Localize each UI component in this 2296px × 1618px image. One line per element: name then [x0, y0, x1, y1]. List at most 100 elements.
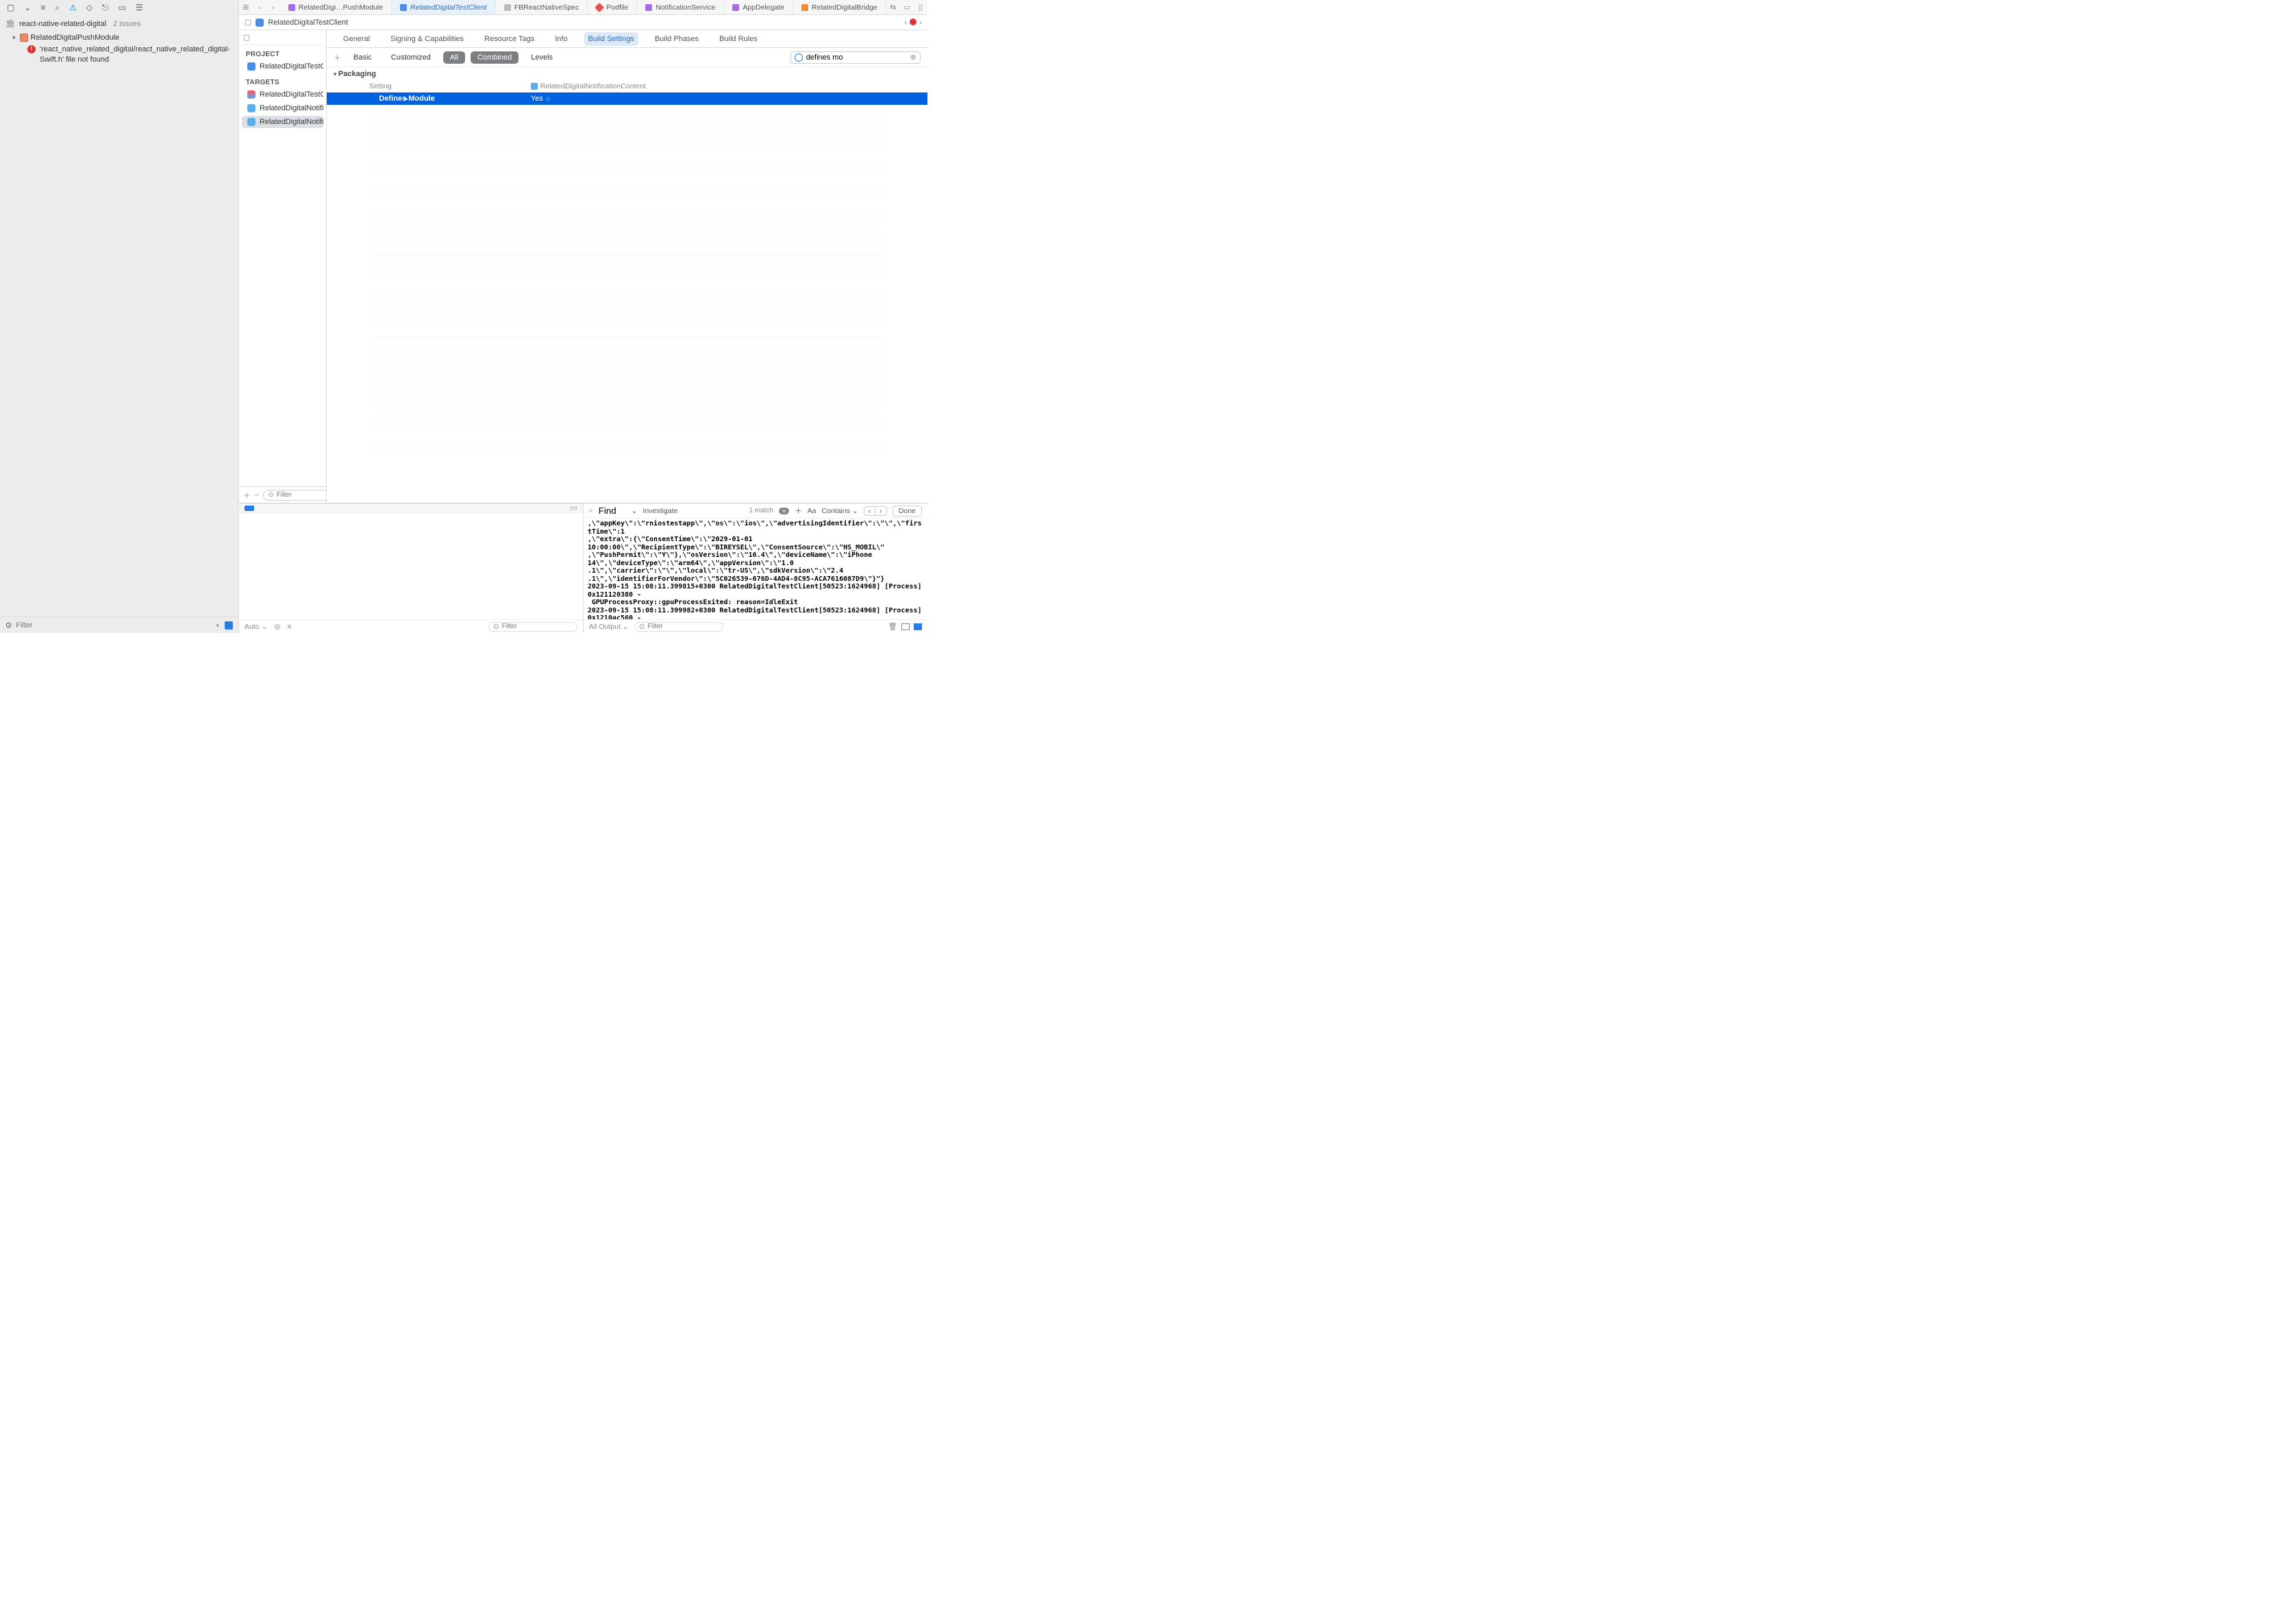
editor-area: ⊞ ‹ › RelatedDigi…PushModule RelatedDigi…	[239, 0, 927, 633]
nav-back-icon[interactable]: ‹	[253, 0, 266, 14]
case-sensitive-icon[interactable]: Aa	[808, 507, 816, 515]
console-view: ⌕ ⌄ Investigate 1 match × ＋ Aa Contains …	[583, 503, 927, 633]
chevron-left-icon[interactable]: ‹	[904, 18, 907, 27]
tests-icon[interactable]: ◇	[86, 3, 92, 12]
project-item[interactable]: RelatedDigitalTestCl…	[242, 60, 323, 73]
section-targets: TARGETS	[239, 73, 326, 88]
find-icon[interactable]: ⌕	[55, 3, 60, 13]
tab-test-client[interactable]: RelatedDigitalTestClient	[392, 0, 496, 14]
project-target-list: ▢ PROJECT RelatedDigitalTestCl… TARGETS …	[239, 30, 327, 503]
scope-indicator-icon[interactable]	[245, 506, 254, 511]
folder-icon[interactable]: ▢	[7, 3, 14, 12]
filter-icon[interactable]: ⊙	[5, 621, 12, 630]
tab-info[interactable]: Info	[551, 32, 571, 46]
next-match-icon[interactable]: ›	[875, 507, 886, 515]
h-icon	[504, 4, 511, 11]
target-item[interactable]: RelatedDigitalNotifi…	[242, 102, 323, 114]
tab-push-module[interactable]: RelatedDigi…PushModule	[280, 0, 392, 14]
issue-error-row[interactable]: ! 'react_native_related_digital/react_na…	[0, 43, 238, 66]
tab-fbreactnativespec[interactable]: FBReactNativeSpec	[496, 0, 588, 14]
symbol-icon[interactable]: ≡	[40, 3, 45, 12]
tab-general[interactable]: General	[339, 32, 374, 46]
add-icon[interactable]: ＋	[795, 506, 802, 516]
clock-icon[interactable]	[225, 621, 233, 630]
scope-levels[interactable]: Levels	[524, 51, 560, 64]
tab-build-phases[interactable]: Build Phases	[651, 32, 703, 46]
outline-icon[interactable]: ▢	[243, 33, 250, 42]
m-icon	[288, 4, 295, 11]
tab-build-rules[interactable]: Build Rules	[715, 32, 762, 46]
breakpoints-icon[interactable]: ▭	[118, 3, 126, 12]
add-target-icon[interactable]: ＋	[243, 490, 251, 501]
disclosure-icon[interactable]	[12, 34, 17, 42]
console-filter-input[interactable]	[647, 623, 738, 630]
issues-project-header[interactable]: 🏛 react-native-related-digital 2 issues	[0, 15, 238, 32]
variables-view: ▭ Auto ⌄ ◎ ≡ ⊙	[239, 503, 583, 633]
nav-forward-icon[interactable]: ›	[266, 0, 280, 14]
debug-icon[interactable]: ⎋	[102, 3, 109, 13]
target-item[interactable]: RelatedDigitalTestCl…	[242, 88, 323, 101]
clear-search-icon[interactable]: ⊗	[910, 53, 916, 62]
settings-section-packaging[interactable]: Packaging	[327, 67, 927, 81]
tab-overflow-icon[interactable]: ⇆	[886, 0, 900, 14]
toggle-inspector-icon[interactable]: ▭	[900, 0, 914, 14]
issue-module-group[interactable]: RelatedDigitalPushModule	[0, 32, 238, 43]
tab-signing[interactable]: Signing & Capabilities	[386, 32, 468, 46]
column-setting: Setting	[327, 82, 525, 90]
reports-icon[interactable]: ☰	[136, 3, 143, 12]
auto-scope-label[interactable]: Auto ⌄	[245, 623, 267, 631]
breadcrumb-label[interactable]: RelatedDigitalTestClient	[268, 18, 348, 27]
tab-resource-tags[interactable]: Resource Tags	[480, 32, 538, 46]
source-control-icon[interactable]: ⌄	[24, 3, 31, 12]
find-done-button[interactable]: Done	[893, 506, 922, 516]
error-badge-icon[interactable]	[910, 18, 916, 25]
console-output[interactable]: ,\"appKey\":\"rniostestapp\",\"os\":\"io…	[584, 519, 927, 619]
tab-notificationservice[interactable]: NotificationService	[637, 0, 724, 14]
tab-podfile[interactable]: Podfile	[588, 0, 637, 14]
investigate-field[interactable]: Investigate	[643, 507, 678, 515]
output-scope[interactable]: All Output ⌄	[589, 623, 629, 631]
settings-search[interactable]: ⊗	[790, 51, 921, 64]
scope-combined[interactable]: Combined	[471, 51, 519, 64]
toggle-sidebar-icon[interactable]: ▢	[245, 18, 251, 27]
clear-find-icon[interactable]: ×	[779, 508, 789, 514]
tab-relateddigitalbridge[interactable]: RelatedDigitalBridge	[793, 0, 886, 14]
remove-target-icon[interactable]: −	[255, 491, 259, 499]
navigator-filter-input[interactable]	[16, 621, 212, 630]
trash-icon[interactable]: 🗑	[888, 622, 897, 631]
find-mode[interactable]	[599, 506, 626, 516]
navigator-selector[interactable]: ▢ ⌄ ≡ ⌕ ⚠︎ ◇ ⎋ ▭ ☰	[0, 0, 238, 15]
minimize-icon[interactable]: ▭	[570, 503, 577, 512]
scope-toggle-icon[interactable]: ◐	[216, 621, 221, 630]
related-items-icon[interactable]: ⊞	[239, 0, 253, 14]
target-item[interactable]: RelatedDigitalNotifi…	[242, 116, 323, 128]
add-setting-icon[interactable]: ＋	[334, 52, 341, 63]
chevron-right-icon[interactable]: ›	[919, 18, 922, 27]
prev-match-icon[interactable]: ‹	[864, 507, 876, 515]
scope-customized[interactable]: Customized	[384, 51, 438, 64]
issues-icon[interactable]: ⚠︎	[69, 3, 77, 12]
scope-all[interactable]: All	[443, 51, 465, 64]
empty-rows	[327, 105, 927, 454]
pane-left-icon[interactable]	[901, 623, 910, 630]
m-icon	[645, 4, 652, 11]
setting-row-defines-module[interactable]: Defines Module Yes	[327, 92, 927, 105]
section-project: PROJECT	[239, 45, 326, 60]
variables-filter-input[interactable]	[502, 623, 592, 630]
setting-value[interactable]: Yes	[525, 95, 927, 103]
toggle-assistant-icon[interactable]: ▯	[914, 0, 927, 14]
tab-appdelegate[interactable]: AppDelegate	[724, 0, 793, 14]
list-icon[interactable]: ≡	[287, 623, 291, 631]
settings-table: Packaging Setting RelatedDigitalNotifica…	[327, 67, 927, 503]
tab-build-settings[interactable]: Build Settings	[584, 32, 638, 46]
find-nav[interactable]: ‹›	[864, 506, 887, 516]
issues-count: 2 issues	[113, 20, 140, 28]
eye-icon[interactable]: ◎	[274, 623, 280, 631]
match-type[interactable]: Contains ⌄	[822, 507, 858, 515]
pane-right-icon[interactable]	[914, 623, 922, 630]
settings-search-input[interactable]	[806, 53, 907, 62]
column-target: RelatedDigitalNotificationContent	[525, 82, 927, 90]
console-find-bar: ⌕ ⌄ Investigate 1 match × ＋ Aa Contains …	[584, 503, 927, 519]
scope-basic[interactable]: Basic	[347, 51, 379, 64]
chevron-down-icon[interactable]: ⌄	[632, 507, 638, 515]
